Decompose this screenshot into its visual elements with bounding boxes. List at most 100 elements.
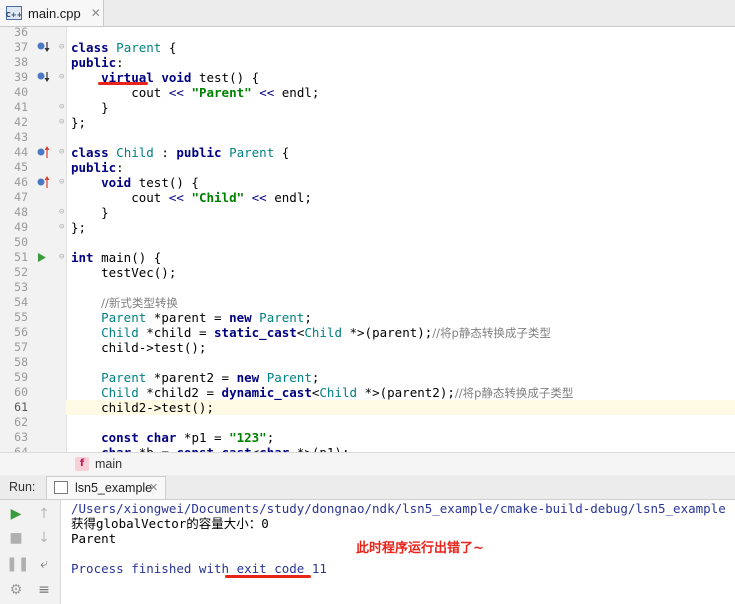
code-line[interactable]: 51 ⊖ int main() { xyxy=(0,250,735,265)
code-line[interactable]: 64 char *b = const_cast<char *>(p1); xyxy=(0,445,735,452)
line-number: 51 xyxy=(14,250,28,264)
line-number: 40 xyxy=(14,85,28,99)
error-annotation: 此时程序运行出错了~ xyxy=(356,541,484,556)
function-icon: f xyxy=(75,457,89,471)
code-line[interactable]: 62 xyxy=(0,415,735,430)
code-text: cout << "Child" << endl; xyxy=(71,190,312,205)
overrides-icon[interactable] xyxy=(36,145,50,160)
code-line[interactable]: 41 ⊖ } xyxy=(0,100,735,115)
code-line[interactable]: 58 xyxy=(0,355,735,370)
code-line[interactable]: 36 xyxy=(0,27,735,40)
code-line[interactable]: 50 xyxy=(0,235,735,250)
code-line[interactable]: 40 cout << "Parent" << endl; xyxy=(0,85,735,100)
line-number: 42 xyxy=(14,115,28,129)
code-line[interactable]: 38 public: xyxy=(0,55,735,70)
code-line[interactable]: 45 public: xyxy=(0,160,735,175)
code-text: void test() { xyxy=(101,175,199,190)
code-line[interactable]: 48 ⊖ } xyxy=(0,205,735,220)
fold-icon[interactable]: ⊖ xyxy=(59,100,69,115)
close-icon[interactable]: ✕ xyxy=(91,6,101,20)
code-text: int main() { xyxy=(71,250,162,265)
up-arrow-icon[interactable]: ↑ xyxy=(34,506,54,526)
line-number: 43 xyxy=(14,130,28,144)
code-text: } xyxy=(71,100,109,115)
stop-icon[interactable]: ■ xyxy=(6,530,26,550)
fold-icon[interactable]: ⊖ xyxy=(59,40,69,55)
code-line[interactable]: 63 const char *p1 = "123"; xyxy=(0,430,735,445)
line-number: 45 xyxy=(14,160,28,174)
code-text: const char *p1 = "123"; xyxy=(101,430,275,445)
line-number: 59 xyxy=(14,370,28,384)
line-number: 39 xyxy=(14,70,28,84)
code-line[interactable]: 47 cout << "Child" << endl; xyxy=(0,190,735,205)
console-line: /Users/xiongwei/Documents/study/dongnao/… xyxy=(71,501,726,516)
rerun-icon[interactable]: ▶ xyxy=(6,506,26,526)
settings-icon[interactable]: ⚙ xyxy=(6,582,26,602)
code-line[interactable]: 60 Child *child2 = dynamic_cast<Child *>… xyxy=(0,385,735,400)
fold-icon[interactable]: ⊖ xyxy=(59,250,69,265)
tab-label: main.cpp xyxy=(28,5,81,21)
line-number: 47 xyxy=(14,190,28,204)
run-title: Run: xyxy=(9,480,36,494)
line-number: 48 xyxy=(14,205,28,219)
code-line[interactable]: 54 //新式类型转换 xyxy=(0,295,735,310)
line-number: 58 xyxy=(14,355,28,369)
implemented-icon[interactable] xyxy=(36,70,50,85)
line-number: 60 xyxy=(14,385,28,399)
fold-icon[interactable]: ⊖ xyxy=(59,115,69,130)
line-number: 62 xyxy=(14,415,28,429)
code-line[interactable]: 42 ⊖}; xyxy=(0,115,735,130)
fold-icon[interactable]: ⊖ xyxy=(59,70,69,85)
tab-run-config[interactable]: lsn5_example ✕ xyxy=(46,476,166,499)
code-text: cout << "Parent" << endl; xyxy=(71,85,320,100)
fold-icon[interactable]: ⊖ xyxy=(59,220,69,235)
soft-wrap-icon[interactable]: ⤶ xyxy=(34,556,54,576)
code-line[interactable]: 43 xyxy=(0,130,735,145)
code-line[interactable]: 49 ⊖}; xyxy=(0,220,735,235)
implemented-icon[interactable] xyxy=(36,40,50,55)
code-line[interactable]: 46 ⊖ void test() { xyxy=(0,175,735,190)
console-icon xyxy=(54,481,68,494)
code-text: }; xyxy=(71,220,87,235)
console-line: Parent xyxy=(71,531,117,546)
code-text: class Child : public Parent { xyxy=(71,145,290,160)
code-text: public: xyxy=(71,160,124,175)
annotation-underline xyxy=(98,82,148,85)
fold-icon[interactable]: ⊖ xyxy=(59,145,69,160)
code-line[interactable]: 53 xyxy=(0,280,735,295)
code-line[interactable]: 61 child2->test(); xyxy=(0,400,735,415)
code-text: }; xyxy=(71,115,87,130)
code-line[interactable]: 44 ⊖ class Child : public Parent { xyxy=(0,145,735,160)
down-arrow-icon[interactable]: ↓ xyxy=(34,530,54,550)
tab-main-cpp[interactable]: C++ main.cpp ✕ xyxy=(0,0,104,26)
code-line[interactable]: 59 Parent *parent2 = new Parent; xyxy=(0,370,735,385)
run-toolbar: ▶ ↑ ■ ↓ ❚❚ ⤶ ⚙ ≡ xyxy=(0,500,61,604)
code-text: Child *child = static_cast<Child *>(pare… xyxy=(101,325,551,340)
line-number: 52 xyxy=(14,265,28,279)
code-text: char *b = const_cast<char *>(p1); xyxy=(71,445,349,452)
code-line[interactable]: 52 testVec(); xyxy=(0,265,735,280)
code-line[interactable]: 56 Child *child = static_cast<Child *>(p… xyxy=(0,325,735,340)
code-text: public: xyxy=(71,55,124,70)
scroll-to-end-icon[interactable]: ≡ xyxy=(34,582,54,602)
code-editor[interactable]: 36 37 ⊖ class Parent {38 public: 39 ⊖ virtual … xyxy=(0,27,735,452)
overrides-icon[interactable] xyxy=(36,175,50,190)
code-line[interactable]: 37 ⊖ class Parent { xyxy=(0,40,735,55)
run-gutter-icon[interactable] xyxy=(36,250,48,265)
close-icon[interactable]: ✕ xyxy=(149,481,158,494)
line-number: 41 xyxy=(14,100,28,114)
code-text: //新式类型转换 xyxy=(101,296,178,310)
fold-icon[interactable]: ⊖ xyxy=(59,175,69,190)
pause-icon[interactable]: ❚❚ xyxy=(6,556,29,576)
code-line[interactable]: 57 child->test(); xyxy=(0,340,735,355)
fold-icon[interactable]: ⊖ xyxy=(59,205,69,220)
breadcrumb-item-main[interactable]: main xyxy=(95,457,122,471)
code-text: Parent *parent = new Parent; xyxy=(101,310,312,325)
breadcrumb: f main xyxy=(0,452,735,476)
line-number: 44 xyxy=(14,145,28,159)
code-line[interactable]: 55 Parent *parent = new Parent; xyxy=(0,310,735,325)
line-number: 61 xyxy=(14,400,28,414)
code-text: testVec(); xyxy=(71,265,177,280)
line-number: 46 xyxy=(14,175,28,189)
line-number: 56 xyxy=(14,325,28,339)
